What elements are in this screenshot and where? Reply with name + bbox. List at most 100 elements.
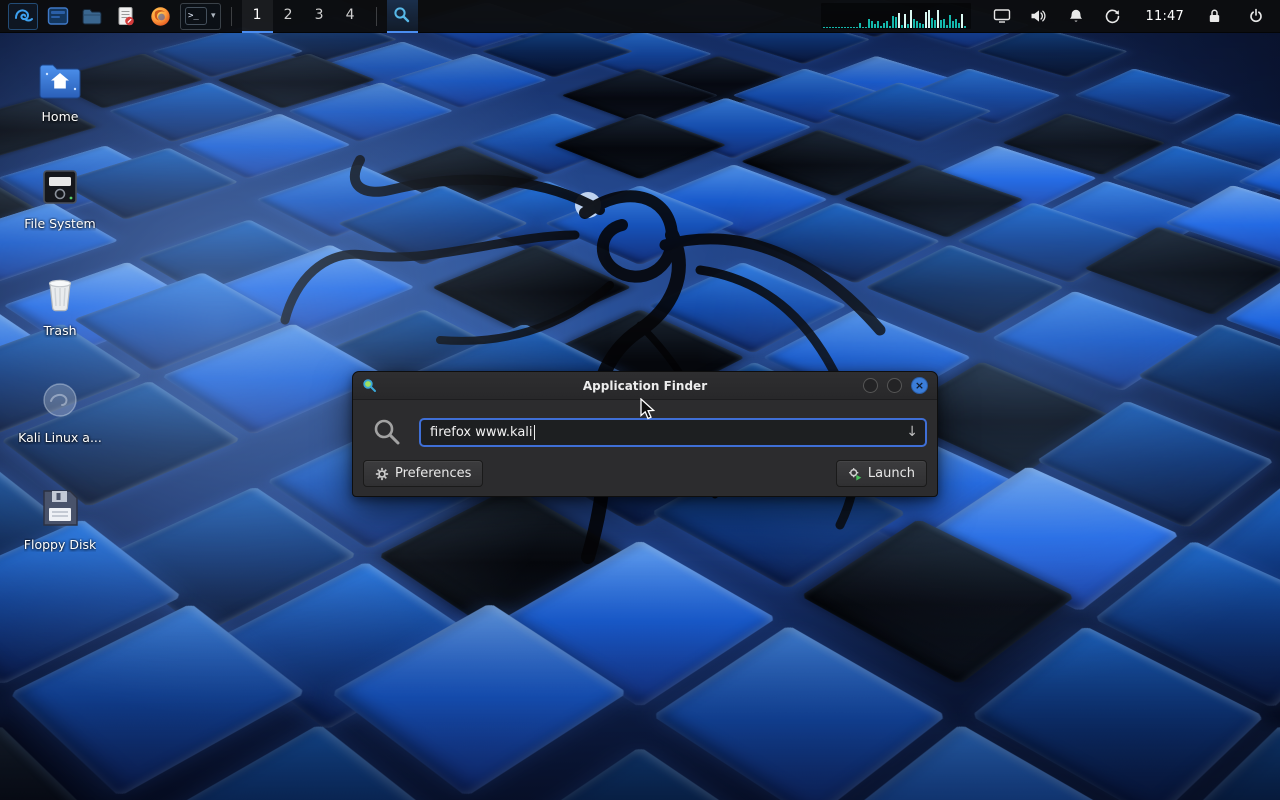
notifications-tray-button[interactable] [1065, 3, 1087, 29]
kali-menu-button[interactable] [8, 3, 38, 30]
top-panel: >_ ▾ 1 2 3 4 [0, 0, 1280, 33]
desktop-icon-label: Floppy Disk [24, 538, 96, 552]
desktop-icon-trash[interactable]: Trash [8, 270, 112, 338]
display-tray-button[interactable] [991, 3, 1013, 29]
desktop-icon-label: Trash [43, 324, 76, 338]
graph-bar [823, 27, 825, 28]
graph-bar [850, 27, 852, 28]
text-editor-launcher[interactable] [112, 2, 140, 30]
graph-bar [895, 17, 897, 28]
graph-bar [907, 24, 909, 28]
graph-bar [928, 10, 930, 28]
graph-bar [844, 27, 846, 28]
graph-bar [859, 23, 861, 28]
close-icon: × [915, 379, 924, 392]
folder-launcher[interactable] [78, 2, 106, 30]
graph-bar [943, 19, 945, 28]
graph-bar [892, 16, 894, 28]
home-folder-icon [37, 56, 83, 104]
graph-bar [829, 27, 831, 28]
terminal-launcher[interactable]: >_ [184, 5, 208, 28]
wallpaper-cube [1074, 68, 1232, 124]
desktop-icon-file-system[interactable]: File System [8, 163, 112, 231]
kali-link-icon [38, 377, 82, 425]
maximize-button[interactable] [887, 378, 902, 393]
session-controls [1200, 2, 1270, 30]
system-tray [991, 3, 1124, 29]
kali-menu-icon [12, 5, 34, 27]
text-editor-icon [117, 6, 135, 27]
updates-tray-button[interactable] [1102, 3, 1124, 29]
graph-bar [862, 27, 864, 28]
graph-bar [856, 27, 858, 28]
graph-bar [955, 19, 957, 28]
lock-icon [1207, 8, 1222, 24]
finder-body: firefox www.kali ↓ Preferences Launch [353, 400, 937, 497]
graph-bar [838, 27, 840, 28]
workspace-2-button[interactable]: 2 [273, 0, 304, 33]
search-icon [393, 6, 411, 24]
launch-label: Launch [868, 466, 915, 481]
desktop-icon-kali-link[interactable]: Kali Linux a... [8, 377, 112, 445]
panel-separator [376, 7, 377, 26]
firefox-icon [150, 6, 171, 27]
panel-separator [231, 7, 232, 26]
search-icon [372, 417, 402, 447]
graph-bar [937, 10, 939, 28]
graph-bar [925, 12, 927, 28]
application-finder-window: Application Finder × firefox www.kali ↓ [352, 371, 938, 497]
graph-bar [880, 26, 882, 28]
graph-bar [835, 27, 837, 28]
system-monitor-graph[interactable] [821, 3, 971, 29]
graph-bar [847, 27, 849, 28]
graph-bar [904, 14, 906, 28]
minimize-button[interactable] [863, 378, 878, 393]
clock[interactable]: 11:47 [1146, 9, 1184, 24]
file-manager-launcher[interactable] [44, 2, 72, 30]
desktop-icon-floppy-disk[interactable]: Floppy Disk [8, 484, 112, 552]
close-button[interactable]: × [911, 377, 928, 394]
graph-bar [877, 21, 879, 28]
graph-bar [901, 25, 903, 28]
graph-bar [931, 18, 933, 28]
appfinder-panel-button[interactable] [387, 0, 418, 33]
desktop-icon-home[interactable]: Home [8, 56, 112, 124]
workspace-4-button[interactable]: 4 [335, 0, 366, 33]
graph-bar [919, 23, 921, 28]
graph-bar [922, 24, 924, 28]
history-dropdown-button[interactable]: ↓ [906, 423, 918, 442]
volume-tray-button[interactable] [1028, 3, 1050, 29]
firefox-launcher[interactable] [146, 2, 174, 30]
workspace-1-button[interactable]: 1 [242, 0, 273, 33]
graph-bar [832, 27, 834, 28]
graph-bar [871, 21, 873, 28]
launch-button[interactable]: Launch [836, 460, 927, 487]
graph-bar [934, 20, 936, 28]
desktop-icon-label: Home [42, 110, 79, 124]
graph-bar [826, 27, 828, 28]
gear-icon [375, 467, 389, 481]
graph-bar [940, 20, 942, 28]
graph-bar [916, 21, 918, 28]
drive-icon [38, 163, 82, 211]
preferences-button[interactable]: Preferences [363, 460, 483, 487]
graph-bar [841, 27, 843, 28]
titlebar[interactable]: Application Finder × [353, 372, 937, 400]
graph-bar [949, 15, 951, 28]
power-button[interactable] [1242, 2, 1270, 30]
graph-bar [958, 23, 960, 28]
graph-bar [952, 21, 954, 28]
folder-icon [81, 7, 103, 26]
preferences-label: Preferences [395, 466, 471, 481]
graph-bar [898, 13, 900, 28]
lock-button[interactable] [1200, 2, 1228, 30]
notifications-icon [1068, 8, 1084, 24]
graph-bar [886, 21, 888, 28]
terminal-dropdown-button[interactable]: ▾ [210, 11, 217, 21]
search-input[interactable]: firefox www.kali ↓ [419, 418, 927, 447]
workspace-3-button[interactable]: 3 [304, 0, 335, 33]
appfinder-icon [362, 378, 377, 393]
volume-icon [1030, 8, 1047, 24]
arrow-down-icon: ↓ [906, 424, 918, 440]
graph-bar [883, 23, 885, 28]
